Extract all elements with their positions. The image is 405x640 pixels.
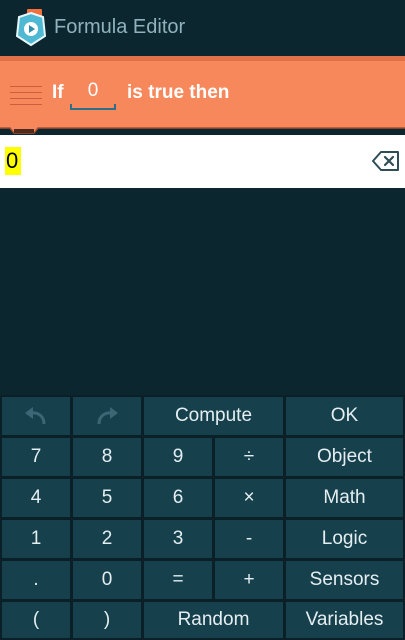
key-divide[interactable]: ÷ [214,437,284,477]
redo-icon [97,407,118,425]
undo-icon [25,407,46,425]
formula-text: 0 [6,148,19,173]
variables-button[interactable]: Variables [285,601,404,639]
undo-button[interactable] [1,396,71,436]
formula-input[interactable]: 0 [0,135,405,188]
brick-condition-field[interactable]: 0 [70,76,116,112]
backspace-icon[interactable] [372,150,400,172]
key-6[interactable]: 6 [143,478,213,518]
brick-then-label: is true then [127,82,230,103]
key-1[interactable]: 1 [1,519,71,559]
object-button[interactable]: Object [285,437,404,477]
key-9[interactable]: 9 [143,437,213,477]
key-2[interactable]: 2 [72,519,142,559]
key-plus[interactable]: + [214,560,284,600]
app-bar: Formula Editor [0,0,405,56]
key-equals[interactable]: = [143,560,213,600]
key-minus[interactable]: - [214,519,284,559]
key-5[interactable]: 5 [72,478,142,518]
key-0[interactable]: 0 [72,560,142,600]
math-button[interactable]: Math [285,478,404,518]
key-multiply[interactable]: × [214,478,284,518]
ok-button[interactable]: OK [285,396,404,436]
app-title: Formula Editor [54,16,186,38]
brick-drag-handle[interactable] [10,86,42,110]
redo-button[interactable] [72,396,142,436]
key-7[interactable]: 7 [1,437,71,477]
formula-keyboard: Compute OK 7 8 9 ÷ Object 4 5 6 × Math 1… [0,395,405,640]
key-open-paren[interactable]: ( [1,601,71,639]
random-button[interactable]: Random [143,601,284,639]
brick-if-label: If [52,82,64,103]
logic-button[interactable]: Logic [285,519,404,559]
sensors-button[interactable]: Sensors [285,560,404,600]
pocket-code-logo-icon[interactable] [14,9,48,47]
key-4[interactable]: 4 [1,478,71,518]
key-3[interactable]: 3 [143,519,213,559]
compute-button[interactable]: Compute [143,396,284,436]
key-close-paren[interactable]: ) [72,601,142,639]
key-8[interactable]: 8 [72,437,142,477]
key-decimal[interactable]: . [1,560,71,600]
